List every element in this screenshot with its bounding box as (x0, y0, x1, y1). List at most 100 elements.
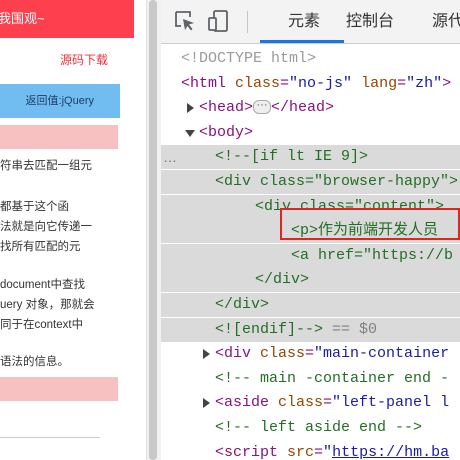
tab-elements[interactable]: 元素 (266, 0, 342, 43)
dom-node-line[interactable]: <!-- left aside end --> (161, 416, 460, 440)
dom-node-line[interactable]: <div class="browser-happy"> (161, 170, 460, 194)
doc-line: document中查找 (0, 279, 86, 291)
code-token: <!DOCTYPE html> (181, 50, 317, 67)
code-token: <!-- main -container end - (215, 369, 450, 387)
doc-line: 同于在context中 (0, 319, 84, 331)
code-token: "left-panel l (332, 394, 450, 412)
expand-arrow-icon[interactable] (203, 398, 210, 409)
code-token[interactable]: https://hm.ba (332, 444, 449, 460)
code-token: " (323, 443, 333, 460)
code-token: = (314, 443, 324, 460)
page-preview: 我围观~ 源码下载 返回值:jQuery 符串去匹配一组元 都基于这个函 法就是… (0, 0, 146, 460)
code-token: > (442, 74, 452, 92)
code-token: class (260, 345, 306, 363)
code-token: "zh" (406, 74, 443, 92)
dom-node-line[interactable]: <!-- main -container end - (161, 367, 460, 391)
code-token: <!-- left aside end --> (215, 419, 423, 436)
dom-node-code: <aside class="left-panel l (215, 391, 449, 415)
tab-sources[interactable]: 源代 (432, 0, 460, 43)
code-token: <!--[if lt IE 9]> (215, 148, 369, 166)
code-token: = (305, 345, 315, 363)
return-value-button[interactable]: 返回值:jQuery (0, 84, 120, 118)
dom-node-code: </div> (255, 268, 309, 292)
dom-node-line[interactable]: <head> ··· </head> (161, 96, 460, 120)
node-actions-icon[interactable]: … (163, 145, 183, 169)
code-token: "main-container (314, 345, 450, 363)
doc-text: document中查找 uery 对象，那就会 同于在context中 (0, 275, 118, 335)
dom-node-code: <div class="browser-happy"> (215, 170, 458, 194)
source-download-link[interactable]: 源码下载 (60, 51, 108, 68)
code-token: <![endif]--> (215, 320, 324, 338)
doc-line: 语法的信息。 (0, 356, 69, 368)
dom-node-line[interactable]: <body> (161, 121, 460, 145)
code-token: </head> (271, 99, 335, 117)
code-token: = (280, 74, 290, 92)
code-token: lang (361, 74, 398, 92)
doc-line: 符串去匹配一组元 (0, 160, 92, 172)
code-token: <html (181, 74, 236, 92)
code-token: = (323, 394, 333, 412)
devtools-toolbar: 元素 控制台 源代 (161, 0, 460, 44)
toolbar-separator (247, 11, 248, 33)
doc-text: 符串去匹配一组元 (0, 156, 118, 176)
dom-node-code: <!-- main -container end - (215, 367, 449, 391)
expand-arrow-icon[interactable] (187, 103, 194, 114)
divider (0, 437, 100, 438)
page-banner: 我围观~ (0, 0, 134, 38)
code-token: class (235, 74, 281, 92)
active-tab-indicator (260, 40, 344, 43)
dom-node-code: <!--[if lt IE 9]> (215, 145, 368, 169)
dom-node-line[interactable]: <a href="https://b (161, 243, 460, 268)
doc-text: 语法的信息。 (0, 352, 118, 372)
dom-node-line[interactable]: </div> (161, 293, 460, 317)
dom-node-code: <head> ··· </head> (199, 96, 334, 120)
dom-tree[interactable]: <!DOCTYPE html> <html class="no-js" lang=… (161, 44, 460, 460)
collapsed-ellipsis-icon[interactable]: ··· (253, 100, 272, 115)
preview-scrollbar-thumb[interactable] (149, 0, 157, 460)
code-token: <aside (215, 394, 279, 412)
dom-node-code: <html class="no-js" lang="zh"> (181, 72, 451, 96)
doc-line: 找所有匹配的元 (0, 241, 81, 253)
device-toolbar-icon[interactable] (207, 9, 231, 33)
dom-node-line[interactable]: <div class="main-container (161, 342, 460, 366)
dom-node-code: <!DOCTYPE html> (181, 47, 316, 71)
dom-node-line[interactable]: <script src="https://hm.ba (161, 441, 460, 460)
highlight-box (280, 208, 460, 240)
code-token: src (287, 443, 315, 460)
dom-node-line[interactable]: <!--[if lt IE 9]> … (161, 145, 460, 170)
code-token: <a href="https://b (291, 246, 454, 264)
dom-node-line[interactable]: <html class="no-js" lang="zh"> (161, 72, 460, 96)
dom-node-line[interactable]: <aside class="left-panel l (161, 391, 460, 415)
dom-node-line[interactable]: </div> (161, 268, 460, 293)
code-token: <body> (199, 123, 254, 141)
inspect-element-icon[interactable] (173, 9, 197, 33)
dom-node-code: <body> (199, 121, 253, 145)
dom-node-code: <script src="https://hm.ba (215, 441, 449, 460)
code-token: </div> (215, 296, 270, 313)
doc-line: uery 对象，那就会 (0, 299, 95, 311)
dom-node-code: <a href="https://b (291, 244, 453, 268)
highlight-bar (0, 377, 118, 401)
code-token: <script (215, 443, 288, 460)
dom-node-code: <div class="main-container (215, 342, 449, 366)
dom-node-code: </div> (215, 293, 269, 317)
dom-node-line[interactable]: <![endif]--> == $0 (161, 317, 460, 342)
code-token: <div (215, 345, 261, 363)
doc-text: 都基于这个函 法就是向它传递一 找所有匹配的元 (0, 197, 118, 257)
dom-node-code: <![endif]--> == $0 (215, 318, 377, 342)
tab-console[interactable]: 控制台 (346, 0, 394, 43)
dom-node-line[interactable]: <!DOCTYPE html> (161, 47, 460, 71)
code-token: "no-js" (289, 74, 353, 92)
expand-arrow-icon[interactable] (203, 349, 210, 360)
collapse-arrow-icon[interactable] (185, 129, 195, 137)
code-token: == $0 (323, 320, 378, 338)
code-token: class (278, 394, 324, 412)
doc-line: 法就是向它传递一 (0, 221, 92, 233)
code-token: <head> (199, 99, 254, 117)
code-token: </div> (255, 271, 310, 289)
highlight-bar (0, 125, 118, 149)
devtools-panel: 元素 控制台 源代 <!DOCTYPE html> <html class="no… (161, 0, 460, 460)
doc-line: 都基于这个函 (0, 201, 69, 213)
code-token: <div class="browser-happy"> (215, 173, 459, 190)
